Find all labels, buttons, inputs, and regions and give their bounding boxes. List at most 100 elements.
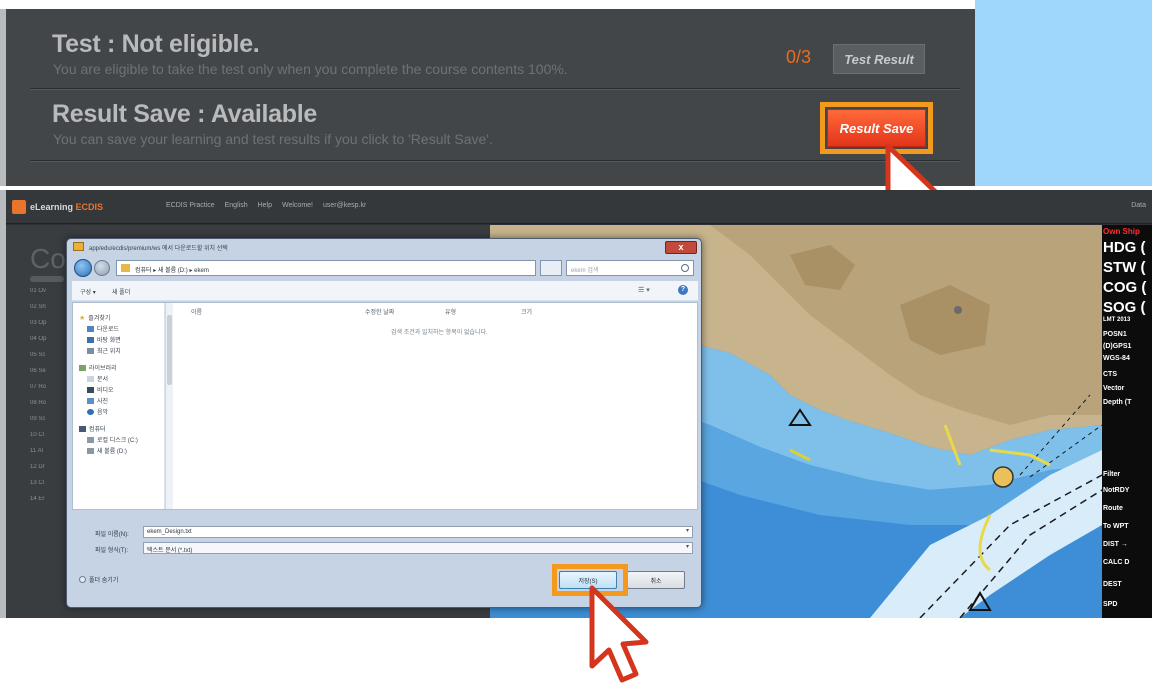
search-icon	[681, 264, 689, 272]
instrument-label: POSN1	[1103, 331, 1127, 338]
folder-icon	[73, 242, 84, 251]
tutorial-screenshot: Test : Not eligible. You are eligible to…	[0, 0, 1152, 684]
dialog-navigation-bar: 컴퓨터 ▸ 새 볼륨 (D:) ▸ ekem ekem 검색	[72, 257, 698, 279]
sidebar-item[interactable]: 12 Dr	[30, 464, 64, 470]
instrument-label: Vector	[1103, 385, 1125, 392]
hdg-readout: HDG (	[1103, 239, 1146, 256]
nav-item-label: 문서	[97, 377, 109, 383]
top-strip	[0, 0, 975, 9]
nav-item-drive-c[interactable]: 로컬 디스크 (C:)	[87, 435, 138, 444]
menu-item: user@kesp.kr	[323, 202, 367, 209]
nav-item-label: 즐겨찾기	[88, 316, 111, 322]
organize-button[interactable]: 구성 ▾	[80, 287, 96, 296]
nav-item-drive-d[interactable]: 새 볼륨 (D:)	[87, 446, 127, 455]
app-header-right[interactable]: Data	[1131, 202, 1146, 209]
app-header: eLearning ECDIS ECDIS Practice English H…	[6, 190, 1152, 224]
refresh-button[interactable]	[540, 260, 562, 276]
sidebar-item[interactable]: 02 Sh	[30, 304, 64, 310]
sidebar-item[interactable]: 13 Cl	[30, 480, 64, 486]
menu-item[interactable]: ECDIS Practice	[166, 202, 215, 209]
video-icon	[87, 386, 94, 393]
menu-item[interactable]: English	[225, 202, 248, 209]
collapse-icon	[79, 576, 86, 583]
sog-readout: SOG (	[1103, 299, 1146, 316]
sidebar-item[interactable]: 03 Op	[30, 320, 64, 326]
column-header-date[interactable]: 수정한 날짜	[365, 307, 394, 316]
menu-item[interactable]: Help	[258, 202, 272, 209]
scrollbar-thumb[interactable]	[167, 315, 172, 385]
lmt-readout: LMT 2013	[1103, 317, 1131, 323]
nav-item-libraries[interactable]: 라이브러리	[79, 363, 117, 372]
sidebar-item[interactable]: 07 Ro	[30, 384, 64, 390]
course-heading: Co	[30, 243, 66, 274]
nav-item-documents[interactable]: 문서	[87, 374, 108, 383]
menu-item: Welcome!	[282, 202, 313, 209]
row-divider-highlight	[30, 89, 960, 90]
sidebar-item[interactable]: 04 Op	[30, 336, 64, 342]
documents-icon	[87, 375, 94, 382]
embedded-screenshot: eLearning ECDIS ECDIS Practice English H…	[0, 190, 1152, 618]
help-icon[interactable]: ?	[678, 285, 688, 295]
music-icon	[87, 408, 94, 415]
filetype-select[interactable]: 텍스트 문서 (*.txt) ▾	[143, 542, 693, 554]
nav-item-label: 로컬 디스크 (C:)	[97, 438, 138, 444]
sidebar-item[interactable]: 05 Sc	[30, 352, 64, 358]
nav-item-favorites[interactable]: ★ 즐겨찾기	[79, 313, 111, 323]
sidebar-item[interactable]: 10 Cl	[30, 432, 64, 438]
sidebar-item[interactable]: 09 Sc	[30, 416, 64, 422]
file-list[interactable]: 이름 수정한 날짜 유형 크기 검색 조건과 일치하는 항목이 없습니다.	[175, 303, 697, 509]
navigation-pane: ★ 즐겨찾기 다운로드 바탕 화면 최근 위치 라이브러리 문서 비디오 사진 …	[73, 303, 165, 509]
test-score: 0/3	[786, 47, 812, 67]
instrument-label: DIST →	[1103, 541, 1128, 548]
filetype-value: 텍스트 문서 (*.txt)	[147, 548, 193, 554]
save-status-title: Result Save : Available	[52, 100, 317, 128]
calc-button[interactable]: CALC D	[1103, 559, 1129, 566]
nav-item-pictures[interactable]: 사진	[87, 396, 108, 405]
new-folder-button[interactable]: 새 폴더	[112, 287, 130, 296]
route-button[interactable]: Route	[1103, 505, 1123, 512]
close-button[interactable]: x	[665, 241, 697, 254]
view-options-icon[interactable]: ☰ ▾	[638, 286, 650, 294]
back-arrow-icon[interactable]	[74, 259, 92, 277]
chevron-down-icon: ▾	[685, 544, 689, 550]
nav-item-label: 바탕 화면	[97, 338, 121, 344]
sidebar-item[interactable]: 08 Ro	[30, 400, 64, 406]
sidebar-toggle[interactable]	[30, 276, 64, 282]
desktop-icon	[87, 336, 94, 343]
sidebar-item[interactable]: 14 Er	[30, 496, 64, 502]
navigation-scrollbar[interactable]	[165, 303, 173, 509]
app-logo-prefix: eLearning	[30, 202, 74, 212]
test-result-button[interactable]: Test Result	[833, 44, 925, 74]
nav-item-desktop[interactable]: 바탕 화면	[87, 335, 121, 344]
forward-arrow-icon[interactable]	[94, 260, 110, 276]
sidebar-item[interactable]: 06 Se	[30, 368, 64, 374]
nav-item-music[interactable]: 음악	[87, 407, 108, 416]
filename-input[interactable]: ekem_Design.txt ▾	[143, 526, 693, 538]
column-header-type[interactable]: 유형	[445, 307, 456, 316]
instrument-label: Depth (T	[1103, 399, 1132, 406]
cog-readout: COG (	[1103, 279, 1147, 296]
hide-folders-toggle[interactable]: 폴더 숨기기	[79, 575, 118, 584]
nav-item-recent[interactable]: 최근 위치	[87, 346, 121, 355]
column-header-size[interactable]: 크기	[521, 307, 532, 316]
filetype-label: 파일 형식(T):	[95, 548, 129, 554]
search-input[interactable]: ekem 검색	[566, 260, 694, 276]
folder-icon	[121, 264, 130, 272]
result-panel-background	[0, 0, 975, 186]
nav-item-label: 음악	[97, 410, 109, 416]
filter-button[interactable]: Filter	[1103, 471, 1120, 478]
column-header-name[interactable]: 이름	[191, 307, 202, 316]
instrument-label: CTS	[1103, 371, 1117, 378]
nav-item-computer[interactable]: 컴퓨터	[79, 424, 106, 433]
nav-item-videos[interactable]: 비디오	[87, 385, 114, 394]
sidebar-item[interactable]: 11 Al	[30, 448, 64, 454]
nav-item-downloads[interactable]: 다운로드	[87, 324, 119, 333]
sidebar-item[interactable]: 01 Ov	[30, 288, 64, 294]
app-logo-icon	[12, 200, 26, 214]
hide-folders-label: 폴더 숨기기	[89, 578, 119, 584]
own-ship-label: Own Ship	[1103, 227, 1140, 236]
address-bar[interactable]: 컴퓨터 ▸ 새 볼륨 (D:) ▸ ekem	[116, 260, 536, 276]
nav-item-label: 라이브러리	[89, 366, 117, 372]
library-icon	[79, 364, 86, 371]
file-save-dialog: app/edu/ecdis/premium/ws 에서 다운로드할 위치 선택 …	[66, 238, 702, 608]
